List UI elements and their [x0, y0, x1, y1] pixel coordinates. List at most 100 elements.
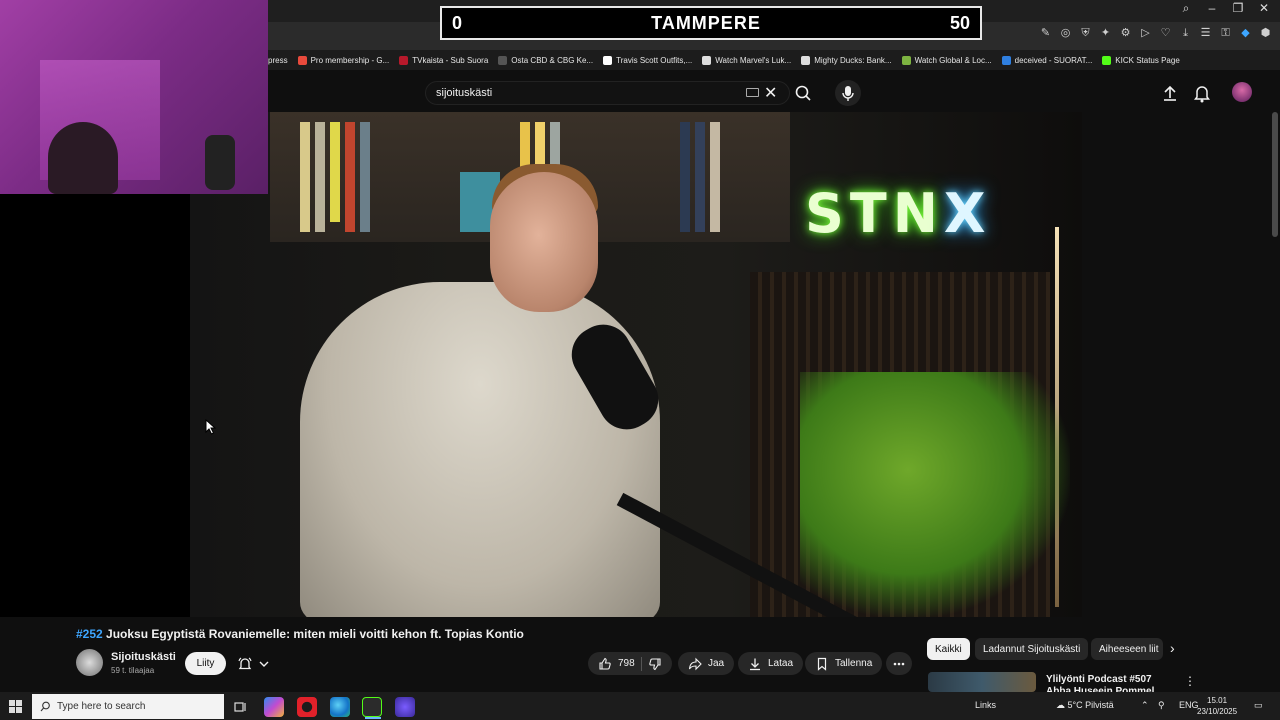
menu-icon[interactable]: ☰ — [1199, 27, 1212, 40]
secondary-column-background — [1082, 112, 1280, 617]
bookmarks-bar: press Pro membership - G... TVkaista - Sub… — [268, 50, 1280, 70]
bell-icon — [1194, 86, 1210, 103]
account-avatar[interactable] — [1232, 82, 1252, 102]
heart-icon[interactable]: ♡ — [1159, 27, 1172, 40]
download-arrow-icon — [750, 658, 760, 670]
chip-uploaded-by[interactable]: Ladannut Sijoituskästi — [975, 638, 1089, 660]
minimize-icon[interactable]: – — [1206, 1, 1218, 16]
notifications-button[interactable] — [1190, 80, 1214, 106]
bookmark-favicon-icon — [901, 55, 911, 65]
obs-app-icon[interactable] — [362, 697, 382, 719]
more-actions-button[interactable] — [886, 652, 912, 675]
upload-icon — [1164, 85, 1176, 101]
mouse-cursor-icon — [205, 419, 217, 435]
pin-icon[interactable]: ◆ — [1239, 27, 1252, 40]
bookmark-item[interactable]: deceived - SUORAT... — [1001, 55, 1092, 65]
notification-center-icon[interactable]: ▭ — [1254, 700, 1263, 711]
bookmark-favicon-icon — [1102, 55, 1112, 65]
bookmark-item[interactable]: Watch Marvel's Luk... — [702, 55, 791, 65]
guest-head — [490, 172, 598, 312]
task-view-icon[interactable] — [230, 697, 250, 717]
browser-toolbar-icons: ✎ ◎ ⛨ ✦ ⚙ ▷ ♡ ⤓ ☰ ⚿ ◆ ⬢ — [1039, 27, 1272, 40]
play-icon[interactable]: ▷ — [1139, 27, 1152, 40]
shield-icon[interactable]: ⛨ — [1079, 27, 1092, 40]
bookmark-item[interactable]: Travis Scott Outfits,... — [603, 55, 692, 65]
window-controls: ⌕ – ❐ ✕ — [1180, 1, 1270, 16]
score-right: 50 — [949, 12, 970, 33]
extension-icon[interactable]: ✦ — [1099, 27, 1112, 40]
recommendation-thumbnail[interactable] — [928, 672, 1036, 692]
microphone-icon — [842, 86, 854, 101]
chip-all[interactable]: Kaikki — [927, 638, 970, 660]
bookmark-item[interactable]: TVkaista - Sub Suora — [399, 55, 488, 65]
search-window-icon[interactable]: ⌕ — [1180, 1, 1192, 16]
subscriber-count: 59 t. tilaajaa — [111, 666, 155, 675]
upload-button[interactable] — [1158, 80, 1182, 106]
plant — [800, 372, 1070, 617]
bookmark-favicon-icon — [399, 55, 409, 65]
edge-app-icon[interactable] — [330, 697, 350, 717]
search-icon — [40, 701, 50, 712]
bookmark-item[interactable]: KICK Status Page — [1102, 55, 1180, 65]
copilot-app-icon[interactable] — [264, 697, 284, 717]
thumbs-down-icon[interactable] — [648, 657, 662, 671]
bookmark-item[interactable]: press — [268, 56, 288, 65]
close-window-icon[interactable]: ✕ — [1258, 1, 1270, 16]
settings-icon[interactable]: ⚙ — [1119, 27, 1132, 40]
thumbs-up-icon[interactable] — [598, 657, 612, 671]
more-vertical-icon[interactable]: ⋮ — [1184, 674, 1196, 688]
save-button[interactable]: Tallenna — [805, 652, 883, 675]
camera-icon[interactable]: ◎ — [1059, 27, 1072, 40]
bookmark-favicon-icon — [498, 55, 508, 65]
more-horizontal-icon — [893, 662, 905, 665]
taskbar-links[interactable]: Links — [975, 700, 996, 710]
episode-tag[interactable]: #252 — [76, 627, 103, 641]
page-scrollbar[interactable] — [1272, 112, 1278, 237]
video-title: #252 Juoksu Egyptistä Rovaniemelle: mite… — [76, 627, 524, 641]
chip-related[interactable]: Aiheeseen liit — [1091, 638, 1163, 660]
search-query: sijoituskästi — [436, 87, 493, 99]
screen: ⌕ – ❐ ✕ ✎ ◎ ⛨ ✦ ⚙ ▷ ♡ ⤓ ☰ ⚿ ◆ ⬢ press Pro… — [0, 0, 1280, 720]
keyboard-icon[interactable] — [746, 88, 759, 97]
bell-ring-icon — [238, 657, 252, 669]
network-icon[interactable]: ⚲ — [1158, 700, 1165, 711]
windows-start-icon[interactable] — [9, 700, 23, 714]
language-indicator[interactable]: ENG — [1179, 700, 1199, 710]
like-count[interactable]: 798 — [618, 658, 635, 669]
bookmark-item[interactable]: Pro membership - G... — [297, 55, 389, 65]
weather-widget[interactable]: ☁ 5°C Pilvistä — [1056, 700, 1114, 711]
voice-search-button[interactable] — [835, 80, 861, 106]
clock[interactable]: 15.01 23/10/2025 — [1197, 695, 1237, 717]
clear-search-icon[interactable]: ✕ — [764, 83, 777, 103]
bookmark-icon — [817, 657, 827, 671]
download-icon[interactable]: ⤓ — [1179, 27, 1192, 40]
tray-chevron-icon[interactable]: ⌃ — [1141, 700, 1149, 711]
bookmark-item[interactable]: Osta CBD & CBG Ke... — [498, 55, 593, 65]
score-left: 0 — [452, 12, 463, 33]
bookmark-item[interactable]: Watch Global & Loc... — [901, 55, 992, 65]
share-button[interactable]: Jaa — [678, 652, 735, 675]
restore-icon[interactable]: ❐ — [1232, 1, 1244, 16]
recommendation-title[interactable]: Ylilyönti Podcast #507 Abba Huseein Pomm… — [1046, 674, 1166, 692]
share-icon — [688, 657, 702, 670]
scoreboard-overlay: 0 TAMMPERE 50 — [440, 6, 982, 40]
lock-icon[interactable]: ⚿ — [1219, 27, 1232, 40]
subscription-bell-button[interactable] — [230, 652, 276, 675]
bookmark-item[interactable]: Mighty Ducks: Bank... — [801, 55, 892, 65]
bookmark-favicon-icon — [1001, 55, 1011, 65]
video-player[interactable]: STNX — [190, 112, 1082, 617]
bookmark-favicon-icon — [801, 55, 811, 65]
download-button[interactable]: Lataa — [738, 652, 804, 675]
channel-avatar[interactable] — [76, 649, 103, 676]
opera-app-icon[interactable] — [297, 697, 317, 717]
channel-name[interactable]: Sijoituskästi — [111, 651, 176, 663]
search-button[interactable] — [790, 80, 818, 106]
search-icon — [795, 85, 811, 101]
taskbar-search-input[interactable]: Type here to search — [32, 694, 224, 719]
edit-icon[interactable]: ✎ — [1039, 27, 1052, 40]
discord-app-icon[interactable] — [395, 697, 415, 717]
chevron-right-icon[interactable]: › — [1170, 640, 1175, 656]
cube-icon[interactable]: ⬢ — [1259, 27, 1272, 40]
join-button[interactable]: Liity — [185, 652, 226, 675]
score-team: TAMMPERE — [651, 12, 761, 33]
